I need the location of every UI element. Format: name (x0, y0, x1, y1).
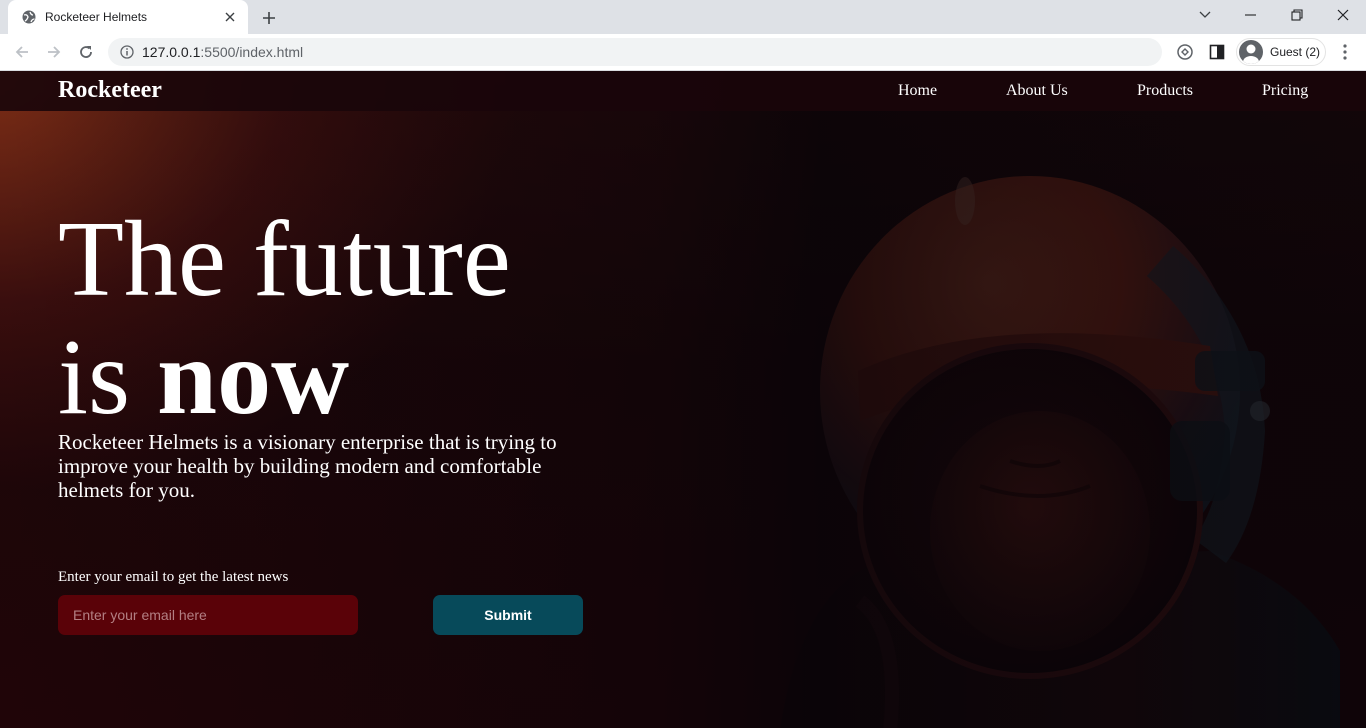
site-navbar: Rocketeer Home About Us Products Pricing (0, 71, 1366, 111)
back-arrow-icon[interactable] (8, 38, 36, 66)
profile-button[interactable]: Guest (2) (1236, 38, 1326, 66)
newsletter-label: Enter your email to get the latest news (58, 569, 289, 585)
url-host: 127.0.0.1 (142, 44, 201, 60)
globe-icon (21, 9, 37, 25)
hero-title-line2-plain: is (58, 318, 158, 437)
url-text: 127.0.0.1:5500/index.html (142, 44, 303, 60)
url-path: :5500/index.html (200, 44, 304, 60)
forward-arrow-icon[interactable] (40, 38, 68, 66)
close-window-icon[interactable] (1320, 0, 1366, 30)
web-page: Rocketeer Home About Us Products Pricing… (0, 71, 1366, 728)
email-input[interactable] (58, 595, 358, 635)
hero-description: Rocketeer Helmets is a visionary enterpr… (58, 430, 557, 502)
avatar-icon (1239, 40, 1263, 64)
info-icon[interactable] (120, 45, 134, 59)
nav-link-about-us[interactable]: About Us (1006, 82, 1068, 100)
nav-link-home[interactable]: Home (898, 82, 937, 100)
close-tab-icon[interactable] (222, 9, 238, 25)
nav-link-products[interactable]: Products (1137, 82, 1193, 100)
hero-title-line2-bold: now (157, 318, 350, 437)
minimize-icon[interactable] (1228, 0, 1274, 30)
reload-icon[interactable] (72, 38, 100, 66)
browser-toolbar: 127.0.0.1:5500/index.html Guest (2) (0, 34, 1366, 71)
profile-label: Guest (2) (1270, 45, 1321, 59)
nav-link-pricing[interactable]: Pricing (1262, 82, 1308, 100)
hero-title-line1: The future (58, 200, 511, 319)
side-panel-icon[interactable] (1205, 40, 1229, 64)
kebab-menu-icon[interactable] (1333, 40, 1357, 64)
astronaut-helmet-image (780, 176, 1340, 728)
browser-tab[interactable]: Rocketeer Helmets (8, 0, 248, 34)
tab-search-chevron-icon[interactable] (1182, 0, 1228, 30)
brand-logo[interactable]: Rocketeer (58, 77, 162, 104)
new-tab-icon[interactable] (258, 7, 280, 29)
extension-icon[interactable] (1173, 40, 1197, 64)
browser-tab-bar: Rocketeer Helmets (0, 0, 1366, 34)
hero-title: The future is now (58, 201, 511, 437)
tab-title: Rocketeer Helmets (45, 10, 148, 24)
address-bar[interactable]: 127.0.0.1:5500/index.html (108, 38, 1162, 66)
submit-button[interactable]: Submit (433, 595, 583, 635)
restore-icon[interactable] (1274, 0, 1320, 30)
